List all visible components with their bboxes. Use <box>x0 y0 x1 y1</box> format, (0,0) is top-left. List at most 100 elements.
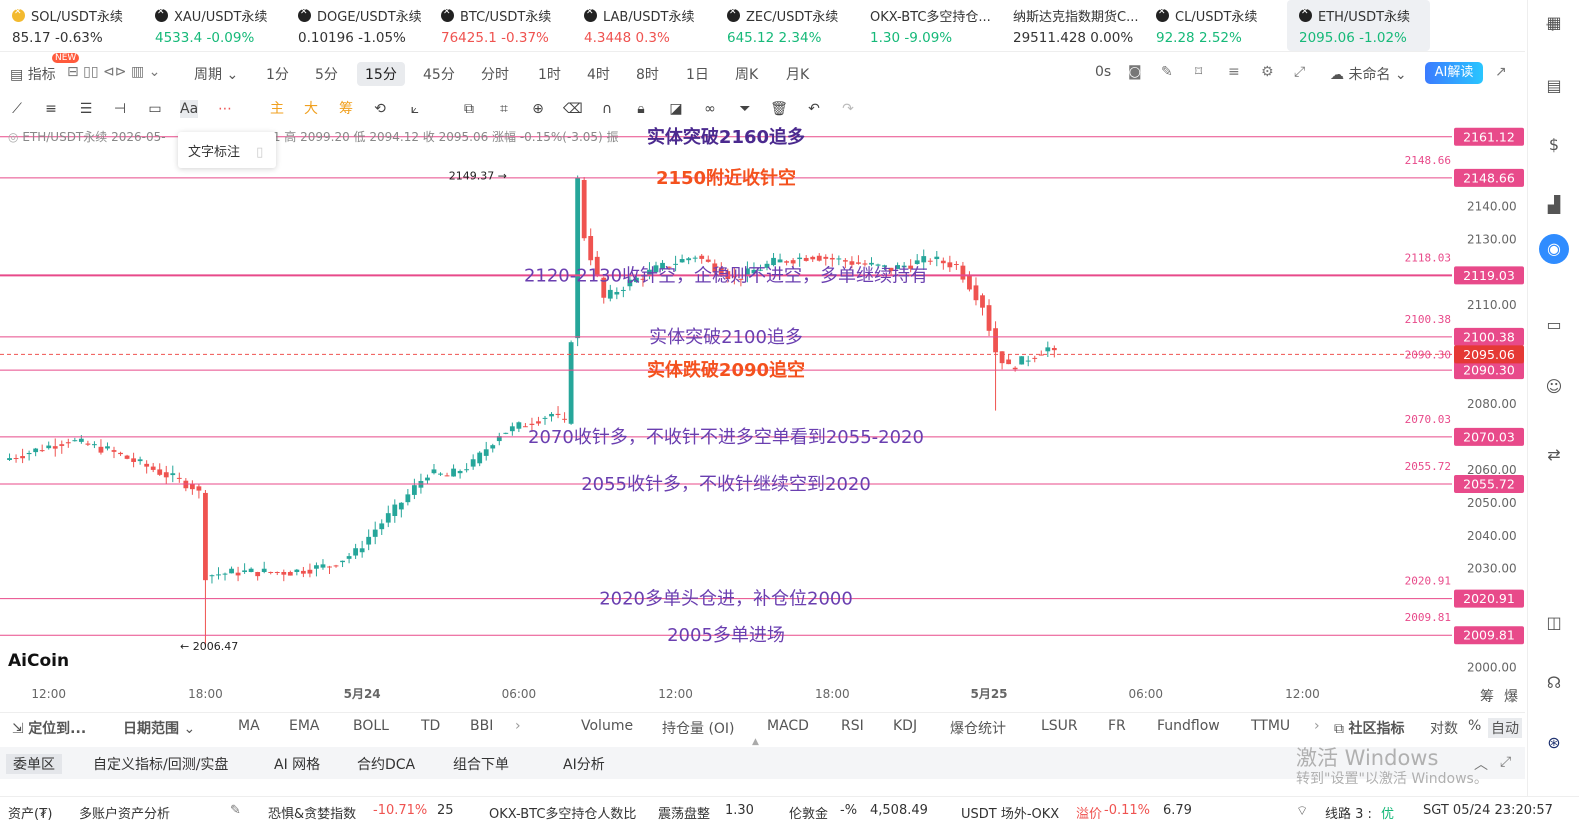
locate-button[interactable]: ⇲ 定位到... <box>12 718 86 738</box>
interval-timeshare[interactable]: 分时 <box>481 64 509 84</box>
ruler-icon[interactable]: ⌗ <box>495 100 513 118</box>
line-label[interactable]: 线路 3 : <box>1325 803 1372 822</box>
eraser-icon[interactable]: ⌫ <box>563 100 583 118</box>
undo-icon[interactable]: ↶ <box>805 100 823 118</box>
dollar-icon[interactable]: $ <box>1543 134 1565 156</box>
ls-ratio-label[interactable]: OKX-BTC多空持仓人数比 <box>489 803 636 822</box>
layout-icon[interactable]: ⊟ ▯▯ ⊲⊳ ▥ ⌄ <box>67 64 160 80</box>
trend-line-icon[interactable]: ⟋ <box>8 100 26 118</box>
interval-5m[interactable]: 5分 <box>315 64 338 84</box>
tab-custom-indicators[interactable]: 自定义指标/回测/实盘 <box>93 754 228 774</box>
camera-icon[interactable]: ◙ <box>1128 64 1142 80</box>
multi-account-button[interactable]: 多账户资产分析 <box>79 803 170 822</box>
auto-toggle[interactable]: 自动 <box>1488 718 1522 738</box>
filter-icon[interactable]: ⏷ <box>736 100 754 118</box>
edit-icon[interactable]: ✎ <box>230 803 241 818</box>
ai-analysis-button[interactable]: AI解读 <box>1425 62 1483 84</box>
sub-kdj[interactable]: KDJ <box>893 718 917 734</box>
line-style-icon[interactable]: ⋯ <box>216 100 234 118</box>
ticker-1[interactable]: XAU/USDT永续 4533.4 -0.09% <box>143 0 286 51</box>
hide-icon[interactable]: ◪ <box>667 100 685 118</box>
sub-fundflow[interactable]: Fundflow <box>1157 718 1220 734</box>
sub-oi[interactable]: 持仓量 (OI) <box>662 718 735 738</box>
ticker-5[interactable]: ZEC/USDT永续 645.12 2.34% <box>715 0 858 51</box>
text-tool-icon[interactable]: Aa <box>180 100 198 118</box>
pin-icon[interactable]: ▯ <box>256 145 263 160</box>
document-icon[interactable]: ▤ <box>1543 75 1565 97</box>
ind-ma[interactable]: MA <box>238 718 260 734</box>
gold-label[interactable]: 伦敦金 <box>789 803 828 822</box>
sub-volume[interactable]: Volume <box>581 718 633 734</box>
interval-45m[interactable]: 45分 <box>423 64 455 84</box>
chart-bars-icon[interactable]: ▟ <box>1543 194 1565 216</box>
magnet-icon[interactable]: ∩ <box>598 100 616 118</box>
interval-1d[interactable]: 1日 <box>686 64 709 84</box>
tab-orders[interactable]: 委单区 <box>6 754 62 774</box>
lock-icon[interactable]: 🔒︎ <box>632 100 650 118</box>
sub-macd[interactable]: MACD <box>767 718 809 734</box>
date-range-dropdown[interactable]: 日期范围 ⌄ <box>123 718 195 738</box>
interval-1m[interactable]: 1分 <box>266 64 289 84</box>
tab-ai-analysis[interactable]: AI分析 <box>563 754 605 774</box>
main-force-icon[interactable]: 主 <box>268 100 286 118</box>
interval-15m[interactable]: 15分 <box>357 62 405 86</box>
ind-ema[interactable]: EMA <box>289 718 320 734</box>
bookmark-icon[interactable]: ⌑ <box>1195 64 1202 80</box>
grid-icon[interactable]: ▦ <box>1543 12 1565 34</box>
liquidation-axis-label[interactable]: 爆 <box>1504 686 1518 706</box>
replay-icon[interactable]: ⟲ <box>371 100 389 118</box>
assistant-icon[interactable]: ◉ <box>1539 234 1569 264</box>
fullscreen-icon[interactable]: ⤢ <box>1294 64 1305 80</box>
redo-icon[interactable]: ↷ <box>839 100 857 118</box>
settings-icon[interactable]: ⚙ <box>1261 64 1274 80</box>
sub-lsur[interactable]: LSUR <box>1041 718 1078 734</box>
delete-icon[interactable]: 🗑︎ <box>770 100 788 118</box>
list-icon[interactable]: ≡ <box>1228 64 1240 80</box>
indicators-button[interactable]: ▤ 指标 <box>10 64 56 84</box>
ticker-4[interactable]: LAB/USDT永续 4.3448 0.3% <box>572 0 715 51</box>
measure-icon[interactable]: ⟀ <box>406 100 424 118</box>
parallel-lines-icon[interactable]: ≡ <box>42 100 60 118</box>
sub-fr[interactable]: FR <box>1108 718 1126 734</box>
assets-button[interactable]: 资产(₮) <box>8 803 52 822</box>
large-order-icon[interactable]: 大 <box>302 100 320 118</box>
percent-toggle[interactable]: % <box>1468 718 1481 734</box>
ind-td[interactable]: TD <box>421 718 440 734</box>
interval-week[interactable]: 周K <box>735 64 758 84</box>
headset-icon[interactable]: ☊ <box>1543 672 1565 694</box>
ind-boll[interactable]: BOLL <box>353 718 389 734</box>
interval-4h[interactable]: 4时 <box>587 64 610 84</box>
more-sub-icon[interactable]: › <box>1314 718 1320 734</box>
robot-icon[interactable]: ☺ <box>1543 376 1565 398</box>
ticker-2[interactable]: DOGE/USDT永续 0.10196 -1.05% <box>286 0 429 51</box>
log-toggle[interactable]: 对数 <box>1430 718 1458 738</box>
game-icon[interactable]: ⊛ <box>1543 732 1565 754</box>
period-dropdown[interactable]: 周期 ⌄ <box>194 64 238 84</box>
horizontal-lines-icon[interactable]: ☰ <box>77 100 95 118</box>
ticker-9[interactable]: ETH/USDT永续 2095.06 -1.02% <box>1287 0 1430 51</box>
tab-contract-dca[interactable]: 合约DCA <box>357 754 415 774</box>
ind-bbi[interactable]: BBI <box>470 718 493 734</box>
tab-ai-grid[interactable]: AI 网格 <box>274 754 320 774</box>
community-indicators[interactable]: ⧉ 社区指标 <box>1334 718 1404 738</box>
fear-greed-label[interactable]: 恐惧&贪婪指数 <box>268 803 356 822</box>
sub-ttmu[interactable]: TTMU <box>1251 718 1290 734</box>
usdt-label[interactable]: USDT 场外-OKX <box>961 803 1059 822</box>
ticker-8[interactable]: CL/USDT永续 92.28 2.52% <box>1144 0 1287 51</box>
text-annotation-popup[interactable]: 文字标注 ▯ <box>178 132 276 168</box>
expand-panel-icon[interactable]: ⤢ <box>1500 754 1511 770</box>
sub-liquidation[interactable]: 爆仓统计 <box>950 718 1006 738</box>
chip-icon[interactable]: 筹 <box>337 100 355 118</box>
price-chart[interactable]: 2000.002010.002020.002030.002040.002050.… <box>0 124 1525 712</box>
tab-combo-order[interactable]: 组合下单 <box>453 754 509 774</box>
exchange-icon[interactable]: ⇄ <box>1543 444 1565 466</box>
share-icon[interactable]: ↗ <box>1495 64 1507 80</box>
pencil-icon[interactable]: ✎ <box>1161 64 1173 80</box>
etf-icon[interactable]: ▭ <box>1543 314 1565 336</box>
interval-month[interactable]: 月K <box>786 64 809 84</box>
visibility-icon[interactable]: ◎ <box>8 130 18 144</box>
zoom-in-icon[interactable]: ⊕ <box>529 100 547 118</box>
ticker-3[interactable]: BTC/USDT永续 76425.1 -0.37% <box>429 0 572 51</box>
rectangle-icon[interactable]: ▭ <box>146 100 164 118</box>
sub-rsi[interactable]: RSI <box>841 718 864 734</box>
